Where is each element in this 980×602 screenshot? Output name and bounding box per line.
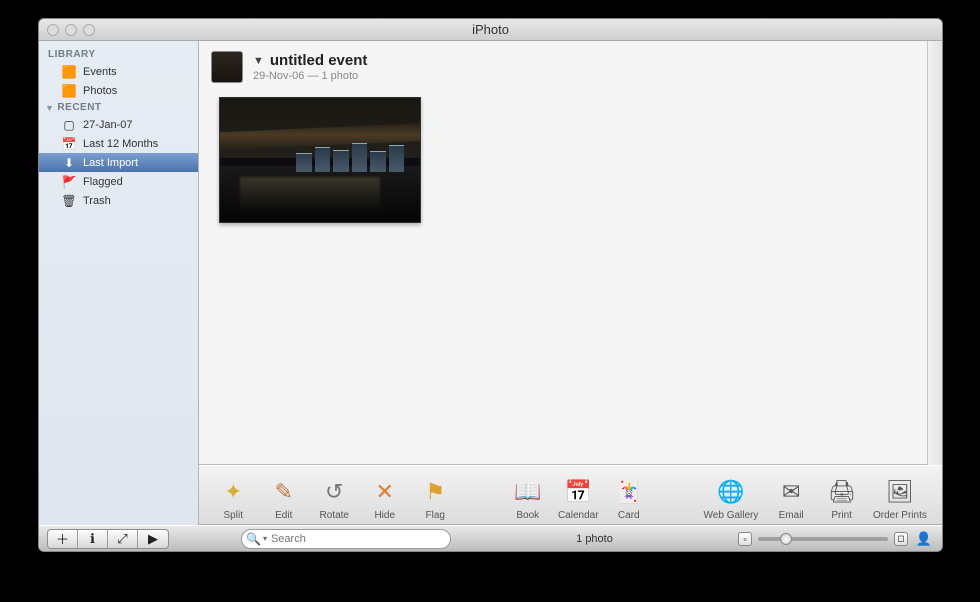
- sidebar-item-label: Last 12 Months: [83, 138, 158, 150]
- event-subtitle: 29-Nov-06 — 1 photo: [253, 70, 367, 82]
- window: iPhoto LIBRARY 🟧 Events 🟧 Photos ▼ RECEN…: [38, 18, 943, 552]
- sidebar: LIBRARY 🟧 Events 🟧 Photos ▼ RECENT ▢ 27-…: [39, 41, 199, 525]
- zoom-icon[interactable]: [83, 24, 95, 36]
- flag-icon: 🚩: [61, 174, 77, 190]
- slider-track[interactable]: [758, 537, 888, 541]
- webgallery-icon: 🌐: [716, 477, 746, 507]
- sidebar-item-27jan07[interactable]: ▢ 27-Jan-07: [39, 115, 198, 134]
- photo-grid: [199, 89, 927, 231]
- zoom-in-icon[interactable]: ◻: [894, 532, 908, 546]
- status-text: 1 photo: [457, 533, 732, 545]
- sidebar-item-lastimport[interactable]: ⬇ Last Import: [39, 153, 198, 172]
- split-icon: ✦: [218, 477, 248, 507]
- card-icon: 🃏: [614, 477, 644, 507]
- tool-label: Web Gallery: [704, 510, 759, 521]
- tool-label: Order Prints: [873, 510, 927, 521]
- calendar-icon: 📅: [563, 477, 593, 507]
- import-icon: ⬇: [61, 155, 77, 171]
- print-icon: 🖨: [827, 477, 857, 507]
- card-button[interactable]: 🃏 Card: [605, 469, 654, 521]
- chevron-down-icon[interactable]: ▼: [253, 55, 264, 67]
- sidebar-item-last12months[interactable]: 📅 Last 12 Months: [39, 134, 198, 153]
- hide-button[interactable]: ✕ Hide: [361, 469, 410, 521]
- titlebar: iPhoto: [39, 19, 942, 41]
- event-icon: ▢: [61, 117, 77, 133]
- sidebar-section-label: RECENT: [57, 102, 101, 113]
- search-icon: 🔍: [246, 532, 261, 546]
- statusbar: ＋ ℹ ⤢ ▶ 🔍 ▾ 1 photo ▫ ◻ 👤: [39, 525, 942, 551]
- tool-label: Book: [516, 510, 539, 521]
- event-header: ▼ untitled event 29-Nov-06 — 1 photo: [199, 41, 927, 89]
- window-body: LIBRARY 🟧 Events 🟧 Photos ▼ RECENT ▢ 27-…: [39, 41, 942, 525]
- content: ▼ untitled event 29-Nov-06 — 1 photo: [199, 41, 927, 465]
- event-title[interactable]: untitled event: [270, 52, 368, 69]
- email-button[interactable]: ✉ Email: [767, 469, 816, 521]
- toolbar: ✦ Split ✎ Edit ↺ Rotate ✕ Hide ⚑ Flag: [199, 465, 942, 525]
- tool-label: Card: [618, 510, 640, 521]
- orderprints-icon: 🖼: [885, 477, 915, 507]
- search-field[interactable]: 🔍 ▾: [241, 529, 451, 549]
- photo-thumbnail[interactable]: [219, 97, 421, 223]
- account-button[interactable]: 👤: [914, 531, 934, 547]
- tool-label: Flag: [426, 510, 445, 521]
- edit-icon: ✎: [269, 477, 299, 507]
- sidebar-item-label: Flagged: [83, 176, 123, 188]
- tool-label: Email: [779, 510, 804, 521]
- info-button[interactable]: ℹ: [78, 530, 108, 548]
- main: ▼ untitled event 29-Nov-06 — 1 photo: [199, 41, 942, 525]
- slider-knob[interactable]: [780, 533, 792, 545]
- tool-label: Calendar: [558, 510, 599, 521]
- book-button[interactable]: 📖 Book: [504, 469, 553, 521]
- sidebar-item-photos[interactable]: 🟧 Photos: [39, 81, 198, 100]
- tool-label: Split: [224, 510, 243, 521]
- sidebar-section-recent[interactable]: ▼ RECENT: [39, 100, 198, 115]
- email-icon: ✉: [776, 477, 806, 507]
- hide-icon: ✕: [370, 477, 400, 507]
- flag-icon: ⚑: [420, 477, 450, 507]
- event-thumb-icon[interactable]: [211, 51, 243, 83]
- split-button[interactable]: ✦ Split: [209, 469, 258, 521]
- minimize-icon[interactable]: [65, 24, 77, 36]
- calendar-icon: 📅: [61, 136, 77, 152]
- close-icon[interactable]: [47, 24, 59, 36]
- webgallery-button[interactable]: 🌐 Web Gallery: [697, 469, 765, 521]
- sidebar-item-label: Events: [83, 66, 117, 78]
- sidebar-section-library[interactable]: LIBRARY: [39, 47, 198, 62]
- events-icon: 🟧: [61, 64, 77, 80]
- trash-icon: 🗑: [61, 193, 77, 209]
- scrollbar[interactable]: [927, 41, 942, 465]
- window-title: iPhoto: [39, 22, 942, 37]
- search-input[interactable]: [271, 533, 442, 545]
- tool-label: Rotate: [320, 510, 349, 521]
- tool-label: Edit: [275, 510, 292, 521]
- chevron-down-icon[interactable]: ▾: [263, 534, 267, 543]
- fullscreen-button[interactable]: ⤢: [108, 530, 138, 548]
- zoom-slider[interactable]: ▫ ◻: [738, 532, 908, 546]
- sidebar-item-label: Trash: [83, 195, 111, 207]
- traffic-lights: [47, 24, 95, 36]
- orderprints-button[interactable]: 🖼 Order Prints: [868, 469, 932, 521]
- status-button-group: ＋ ℹ ⤢ ▶: [47, 529, 169, 549]
- chevron-down-icon: ▼: [45, 103, 54, 113]
- sidebar-item-flagged[interactable]: 🚩 Flagged: [39, 172, 198, 191]
- tool-label: Print: [831, 510, 852, 521]
- rotate-button[interactable]: ↺ Rotate: [310, 469, 359, 521]
- sidebar-item-trash[interactable]: 🗑 Trash: [39, 191, 198, 210]
- play-button[interactable]: ▶: [138, 530, 168, 548]
- zoom-out-icon[interactable]: ▫: [738, 532, 752, 546]
- sidebar-section-label: LIBRARY: [48, 49, 96, 60]
- sidebar-item-label: 27-Jan-07: [83, 119, 133, 131]
- print-button[interactable]: 🖨 Print: [817, 469, 866, 521]
- photos-icon: 🟧: [61, 83, 77, 99]
- rotate-icon: ↺: [319, 477, 349, 507]
- calendar-button[interactable]: 📅 Calendar: [554, 469, 603, 521]
- sidebar-item-label: Photos: [83, 85, 117, 97]
- book-icon: 📖: [513, 477, 543, 507]
- sidebar-item-label: Last Import: [83, 157, 138, 169]
- tool-label: Hide: [374, 510, 395, 521]
- flag-button[interactable]: ⚑ Flag: [411, 469, 460, 521]
- add-button[interactable]: ＋: [48, 530, 78, 548]
- sidebar-item-events[interactable]: 🟧 Events: [39, 62, 198, 81]
- edit-button[interactable]: ✎ Edit: [260, 469, 309, 521]
